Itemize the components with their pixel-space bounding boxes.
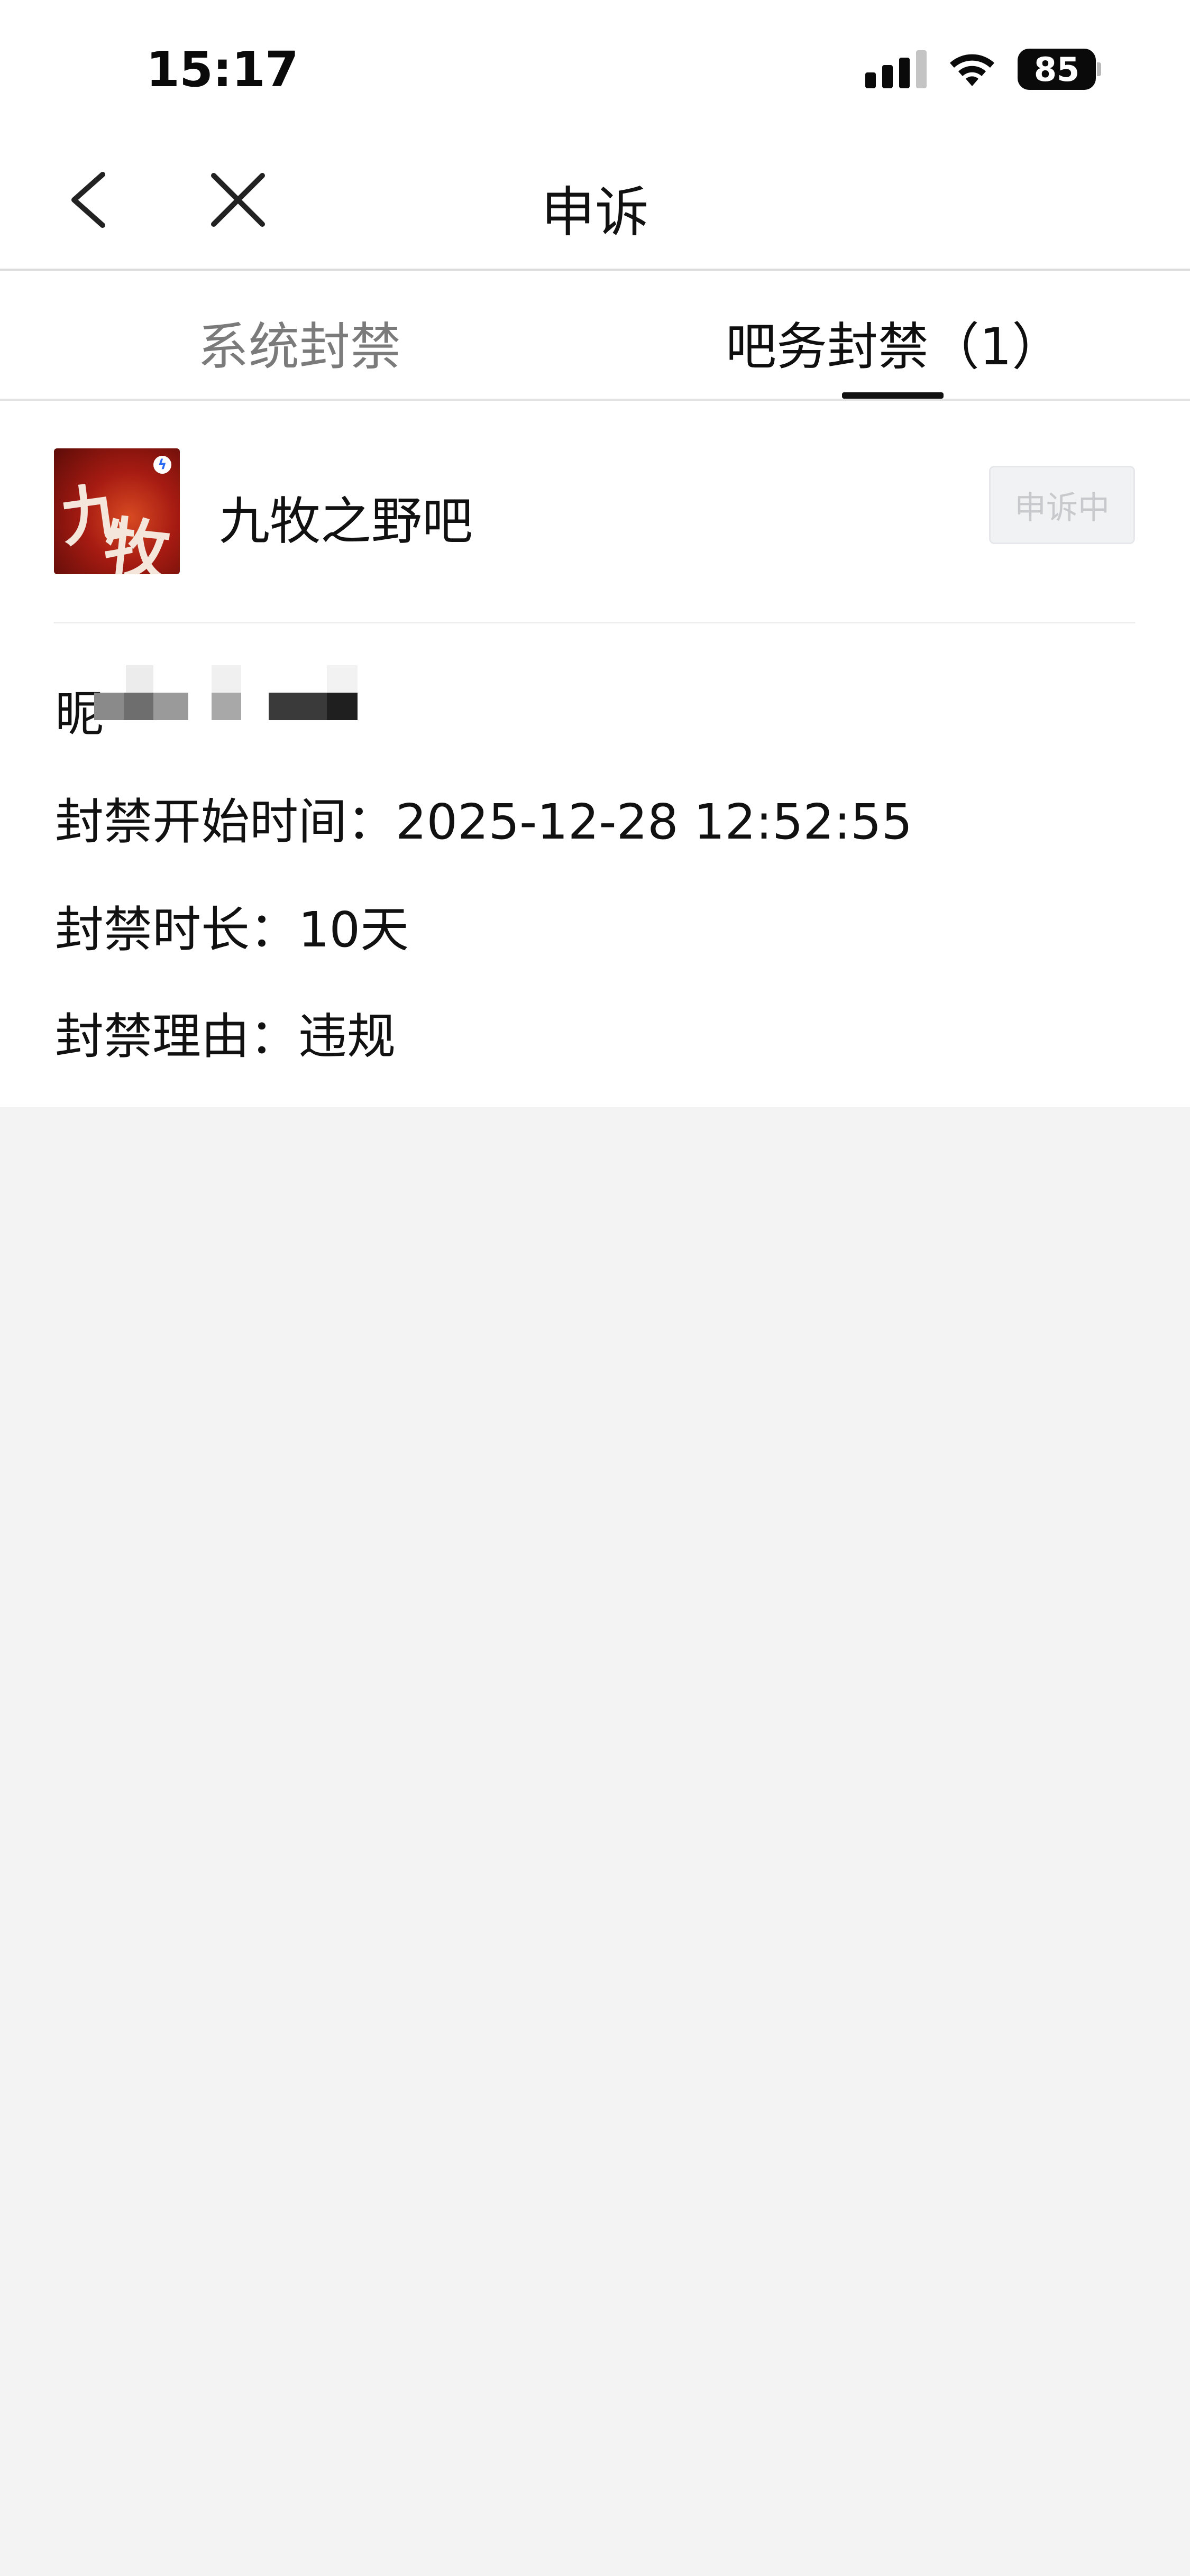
- forum-avatar[interactable]: 九 牧 ϟ: [54, 448, 180, 574]
- active-tab-indicator: [842, 392, 944, 399]
- battery-level: 85: [1018, 49, 1096, 90]
- forum-name[interactable]: 九牧之野吧: [219, 480, 473, 554]
- ban-start-time: 封禁开始时间：2025-12-28 12:52:55: [55, 794, 913, 850]
- ban-duration: 封禁时长：10天: [55, 901, 409, 958]
- verified-badge-icon: ϟ: [153, 456, 171, 474]
- ban-card: 九 牧 ϟ 九牧之野吧 申诉中 昵 封禁开始时间：2025-12-28 12:5…: [0, 401, 1190, 1107]
- cellular-signal-icon: [865, 50, 927, 88]
- avatar-glyph-2: 牧: [100, 509, 174, 574]
- status-bar: 15:17 85: [0, 0, 1190, 132]
- redacted-nickname-mosaic: [94, 665, 359, 731]
- tab-bar: 系统封禁 吧务封禁（1）: [0, 271, 1190, 401]
- divider: [54, 622, 1135, 623]
- appeal-screen: 15:17 85 申诉 系统封禁 吧务封禁（1） 九 牧 ϟ 九牧之野吧 申诉中…: [0, 0, 1190, 2576]
- status-time: 15:17: [146, 41, 299, 98]
- wifi-icon: [950, 54, 994, 86]
- ban-reason: 封禁理由：违规: [55, 1008, 396, 1065]
- tab-system-ban[interactable]: 系统封禁: [198, 306, 401, 379]
- status-icons: 85: [865, 49, 1101, 90]
- tab-forum-ban[interactable]: 吧务封禁（1）: [726, 306, 1063, 379]
- nav-bar: 申诉: [0, 132, 1190, 271]
- empty-content-area: [0, 1107, 1190, 2576]
- battery-icon: 85: [1018, 49, 1101, 90]
- appeal-status-badge: 申诉中: [989, 466, 1135, 544]
- page-title: 申诉: [541, 181, 649, 244]
